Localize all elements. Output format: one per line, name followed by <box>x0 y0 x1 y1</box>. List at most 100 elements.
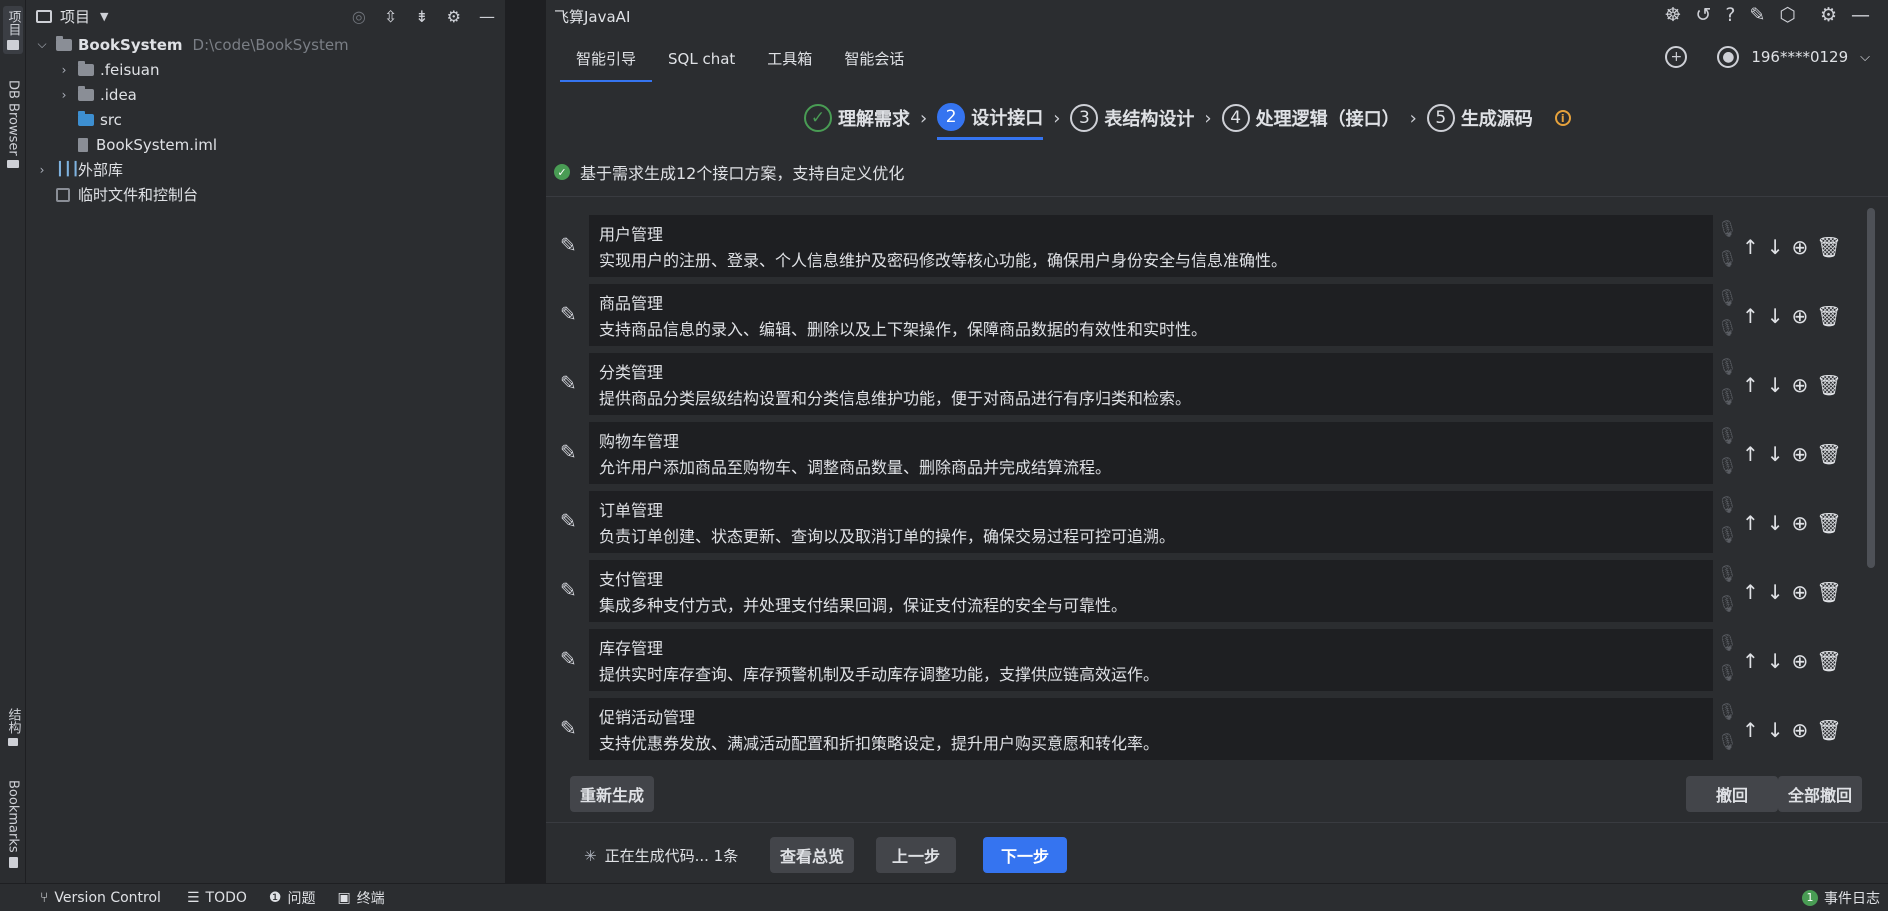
card-list-scrollbar[interactable] <box>1867 208 1875 568</box>
mic-icon[interactable]: 🎙 <box>1717 426 1737 445</box>
tab-sql-chat[interactable]: SQL chat <box>652 40 751 82</box>
arrow-down-icon[interactable]: ↓ <box>1767 235 1784 259</box>
step-1[interactable]: ✓ 理解需求 <box>804 96 910 140</box>
edit-icon[interactable]: ✎ <box>560 440 582 464</box>
card-body[interactable]: 促销活动管理 支持优惠券发放、满减活动配置和折扣策略设定，提升用户购买意愿和转化… <box>589 698 1713 760</box>
event-log-tab[interactable]: 1 事件日志 <box>1802 888 1880 908</box>
step-2[interactable]: 2 设计接口 <box>937 96 1044 140</box>
db-browser-tool-button[interactable]: DB Browser <box>3 80 23 168</box>
trash-icon[interactable]: 🗑 <box>1816 649 1841 673</box>
arrow-up-icon[interactable]: ↑ <box>1742 304 1759 328</box>
mic-icon[interactable]: 🎙 <box>1717 387 1737 406</box>
arrow-up-icon[interactable]: ↑ <box>1742 718 1759 742</box>
todo-tab[interactable]: ☰ TODO <box>187 890 247 906</box>
tab-toolbox[interactable]: 工具箱 <box>751 40 828 82</box>
gear-icon[interactable]: ⚙ <box>1820 4 1837 26</box>
add-circle-icon[interactable]: ⊕ <box>1792 235 1809 259</box>
brain-icon[interactable]: ☸ <box>1664 4 1681 26</box>
version-control-tab[interactable]: ⑂ Version Control <box>40 890 161 906</box>
arrow-up-icon[interactable]: ↑ <box>1742 580 1759 604</box>
card-body[interactable]: 购物车管理 允许用户添加商品至购物车、调整商品数量、删除商品并完成结算流程。 <box>589 422 1713 484</box>
tree-item-feisuan[interactable]: › .feisuan <box>26 57 505 82</box>
undo-all-button[interactable]: 全部撤回 <box>1778 776 1863 812</box>
collapse-all-icon[interactable]: ⇟ <box>415 7 428 26</box>
tree-item-external-libs[interactable]: › ┃┃┃ 外部库 <box>26 157 505 182</box>
edit-icon[interactable]: ✎ <box>560 647 582 671</box>
edit-icon[interactable]: ✎ <box>1749 4 1765 26</box>
edit-icon[interactable]: ✎ <box>560 716 582 740</box>
mic-icon[interactable]: 🎙 <box>1717 357 1737 376</box>
trash-icon[interactable]: 🗑 <box>1816 442 1841 466</box>
add-circle-icon[interactable]: ⊕ <box>1792 649 1809 673</box>
chevron-down-icon[interactable]: ⌵ <box>1860 50 1870 65</box>
card-body[interactable]: 用户管理 实现用户的注册、登录、个人信息维护及密码修改等核心功能，确保用户身份安… <box>589 215 1713 277</box>
tree-item-idea[interactable]: › .idea <box>26 82 505 107</box>
history-icon[interactable]: ↺ <box>1695 4 1711 26</box>
prev-step-button[interactable]: 上一步 <box>876 837 957 873</box>
chevron-down-icon[interactable]: ▼ <box>100 10 108 23</box>
arrow-down-icon[interactable]: ↓ <box>1767 442 1784 466</box>
tree-item-iml[interactable]: BookSystem.iml <box>26 132 505 157</box>
add-circle-icon[interactable]: ⊕ <box>1792 304 1809 328</box>
arrow-down-icon[interactable]: ↓ <box>1767 718 1784 742</box>
edit-icon[interactable]: ✎ <box>560 233 582 257</box>
tree-item-src[interactable]: src <box>26 107 505 132</box>
chevron-right-icon[interactable]: › <box>56 88 72 102</box>
edit-icon[interactable]: ✎ <box>560 302 582 326</box>
bookmarks-tool-button[interactable]: Bookmarks <box>3 780 23 868</box>
undo-button[interactable]: 撤回 <box>1686 776 1779 812</box>
chevron-right-icon[interactable]: › <box>56 63 72 77</box>
tree-root-booksystem[interactable]: ⌵ BookSystem D:\code\BookSystem <box>26 32 505 57</box>
add-circle-icon[interactable]: ⊕ <box>1792 442 1809 466</box>
arrow-down-icon[interactable]: ↓ <box>1767 511 1784 535</box>
edit-icon[interactable]: ✎ <box>560 509 582 533</box>
chevron-right-icon[interactable]: › <box>34 163 50 177</box>
mic-icon[interactable]: 🎙 <box>1717 219 1737 238</box>
mic-icon[interactable]: 🎙 <box>1717 702 1737 721</box>
mic-icon[interactable]: 🎙 <box>1717 318 1737 337</box>
mic-icon[interactable]: 🎙 <box>1717 564 1737 583</box>
minimize-icon[interactable]: — <box>1851 4 1870 26</box>
next-step-button[interactable]: 下一步 <box>983 837 1068 873</box>
arrow-up-icon[interactable]: ↑ <box>1742 235 1759 259</box>
mic-icon[interactable]: 🎙 <box>1717 456 1737 475</box>
terminal-tab[interactable]: ▣ 终端 <box>337 888 384 908</box>
edit-icon[interactable]: ✎ <box>560 578 582 602</box>
help-icon[interactable]: ? <box>1725 4 1735 26</box>
mic-icon[interactable]: 🎙 <box>1717 495 1737 514</box>
trash-icon[interactable]: 🗑 <box>1816 718 1841 742</box>
mic-icon[interactable]: 🎙 <box>1717 525 1737 544</box>
arrow-down-icon[interactable]: ↓ <box>1767 649 1784 673</box>
trash-icon[interactable]: 🗑 <box>1816 373 1841 397</box>
add-circle-icon[interactable]: ⊕ <box>1792 580 1809 604</box>
mic-icon[interactable]: 🎙 <box>1717 249 1737 268</box>
expand-all-icon[interactable]: ⇳ <box>384 7 397 26</box>
overview-button[interactable]: 查看总览 <box>770 837 855 873</box>
tab-smart-chat[interactable]: 智能会话 <box>828 40 920 82</box>
step-5[interactable]: 5 生成源码 <box>1426 96 1533 140</box>
arrow-down-icon[interactable]: ↓ <box>1767 373 1784 397</box>
arrow-down-icon[interactable]: ↓ <box>1767 580 1784 604</box>
arrow-up-icon[interactable]: ↑ <box>1742 649 1759 673</box>
edit-icon[interactable]: ✎ <box>560 371 582 395</box>
minimize-icon[interactable]: — <box>479 7 495 26</box>
arrow-up-icon[interactable]: ↑ <box>1742 442 1759 466</box>
trash-icon[interactable]: 🗑 <box>1816 511 1841 535</box>
chevron-down-icon[interactable]: ⌵ <box>34 37 50 52</box>
card-body[interactable]: 库存管理 提供实时库存查询、库存预警机制及手动库存调整功能，支撑供应链高效运作。 <box>589 629 1713 691</box>
regenerate-button[interactable]: 重新生成 <box>570 776 655 812</box>
card-body[interactable]: 分类管理 提供商品分类层级结构设置和分类信息维护功能，便于对商品进行有序归类和检… <box>589 353 1713 415</box>
gear-icon[interactable]: ⚙ <box>447 7 461 26</box>
arrow-down-icon[interactable]: ↓ <box>1767 304 1784 328</box>
trash-icon[interactable]: 🗑 <box>1816 304 1841 328</box>
user-avatar-icon[interactable]: ● <box>1717 46 1740 68</box>
trash-icon[interactable]: 🗑 <box>1816 235 1841 259</box>
mic-icon[interactable]: 🎙 <box>1717 663 1737 682</box>
step-3[interactable]: 3 表结构设计 <box>1070 96 1194 140</box>
card-body[interactable]: 商品管理 支持商品信息的录入、编辑、删除以及上下架操作，保障商品数据的有效性和实… <box>589 284 1713 346</box>
tree-item-scratches[interactable]: 临时文件和控制台 <box>26 182 505 207</box>
step-4[interactable]: 4 处理逻辑（接口） <box>1221 96 1400 140</box>
mic-icon[interactable]: 🎙 <box>1717 288 1737 307</box>
add-icon[interactable]: + <box>1665 46 1688 68</box>
trash-icon[interactable]: 🗑 <box>1816 580 1841 604</box>
